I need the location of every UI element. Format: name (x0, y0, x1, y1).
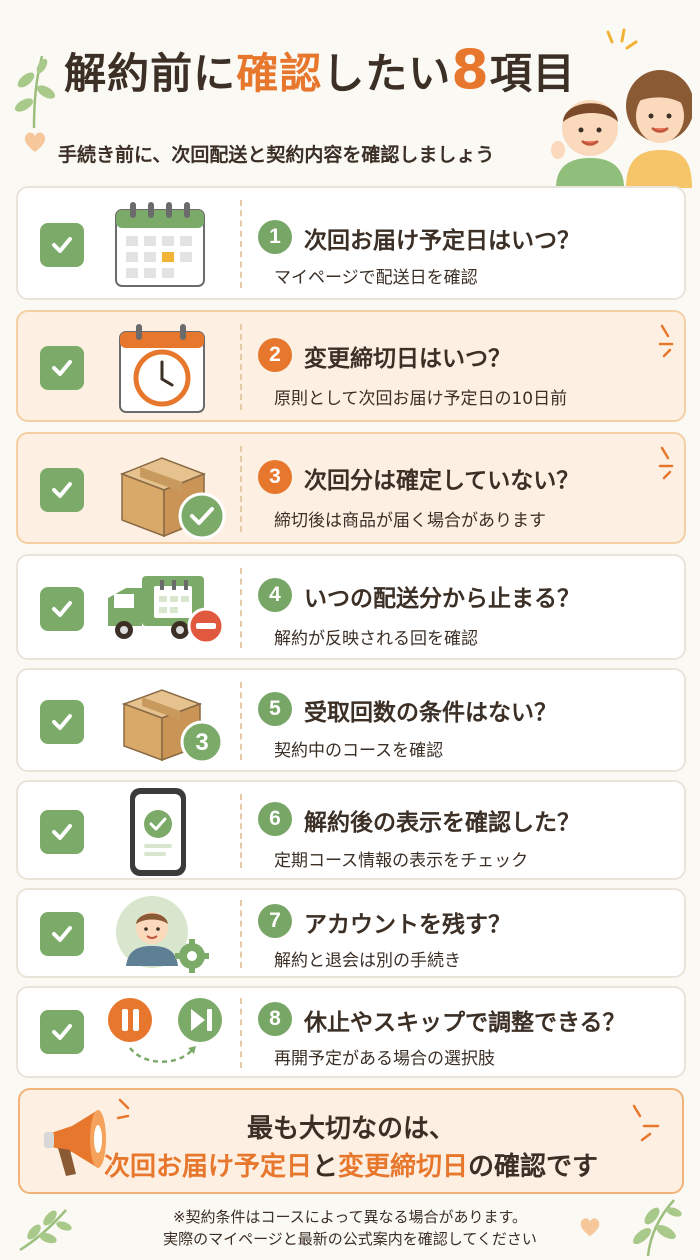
checkbox-checked[interactable] (40, 223, 84, 267)
sparkle-icon (658, 324, 674, 358)
checklist-item-4: 4 いつの配送分から止まる？ 解約が反映される回を確認 (16, 554, 686, 660)
item-title: 次回お届け予定日はいつ？ (304, 228, 580, 254)
leaf-decoration-icon (19, 1209, 72, 1252)
checklist-item-2: 2 変更締切日はいつ？ 原則として次回お届け予定日の10日前 (16, 310, 686, 422)
item-title: いつの配送分から止まる？ (304, 586, 580, 612)
phone-check-icon (130, 788, 186, 876)
checklist-item-5: 3 5 受取回数の条件はない？ 契約中のコースを確認 (16, 668, 686, 772)
item-title: 次回分は確定していない？ (304, 468, 580, 494)
item-description: 締切後は商品が届く場合があります (274, 511, 546, 531)
item-number-badge: 2 (258, 338, 292, 372)
item-number-badge: 8 (258, 1002, 292, 1036)
item-description: 解約が反映される回を確認 (274, 629, 478, 649)
clock-calendar-icon (119, 324, 205, 413)
checkbox-checked[interactable] (40, 468, 84, 512)
checkbox-checked[interactable] (40, 810, 84, 854)
item-description: マイページで配送日を確認 (274, 268, 478, 288)
item-description: 定期コース情報の表示をチェック (274, 851, 529, 871)
item-title: 休止やスキップで調整できる？ (304, 1010, 626, 1036)
item-number-badge: 4 (258, 578, 292, 612)
item-description: 契約中のコースを確認 (274, 741, 444, 761)
item-title: アカウントを残す？ (304, 912, 511, 938)
item-description: 原則として次回お届け予定日の10日前 (274, 389, 568, 409)
sparkle-icon (658, 446, 674, 480)
leaf-decoration-icon (632, 1199, 682, 1256)
item-number-badge: 1 (258, 220, 292, 254)
item-title: 受取回数の条件はない？ (304, 700, 557, 726)
item-number-badge: 3 (258, 460, 292, 494)
divider (240, 998, 242, 1068)
pause-skip-icon (108, 998, 222, 1063)
item-number-badge: 7 (258, 904, 292, 938)
checklist-item-6: 6 解約後の表示を確認した？ 定期コース情報の表示をチェック (16, 780, 686, 880)
banner-line-2: 次回お届け予定日と変更締切日の確認です (103, 1152, 599, 1182)
checkbox-checked[interactable] (40, 912, 84, 956)
item-title: 変更締切日はいつ？ (304, 346, 511, 372)
box-check-icon (119, 457, 226, 540)
checklist-item-8: 8 休止やスキップで調整できる？ 再開予定がある場合の選択肢 (16, 986, 686, 1078)
truck-stop-icon (108, 576, 225, 645)
divider (240, 446, 242, 532)
divider (240, 794, 242, 868)
calendar-icon (115, 202, 205, 287)
item-description: 解約と退会は別の手続き (274, 951, 461, 971)
page-title: 解約前に確認したい8項目 (64, 38, 576, 101)
mother-child-illustration-icon (551, 70, 692, 188)
box-count-icon: 3 (121, 689, 224, 764)
checklist-item-1: 1 次回お届け予定日はいつ？ マイページで配送日を確認 (16, 186, 686, 300)
item-number-badge: 6 (258, 802, 292, 836)
item-title: 解約後の表示を確認した？ (304, 810, 580, 836)
checklist-item-3: 3 次回分は確定していない？ 締切後は商品が届く場合があります (16, 432, 686, 544)
item-description: 再開予定がある場合の選択肢 (274, 1049, 495, 1069)
checkbox-checked[interactable] (40, 700, 84, 744)
divider (240, 682, 242, 760)
banner-line-1: 最も大切なのは、 (246, 1114, 455, 1144)
heart-icon (580, 1218, 600, 1237)
checkbox-checked[interactable] (40, 346, 84, 390)
divider (240, 324, 242, 410)
subtitle: 手続き前に、次回配送と契約内容を確認しましょう (58, 144, 495, 166)
sparkle-icon (632, 1104, 660, 1142)
checklist-item-7: 7 アカウントを残す？ 解約と退会は別の手続き (16, 888, 686, 978)
box-count-badge: 3 (195, 729, 208, 756)
divider (240, 568, 242, 648)
account-gear-icon (116, 896, 209, 973)
checkbox-checked[interactable] (40, 587, 84, 631)
checkbox-checked[interactable] (40, 1010, 84, 1054)
item-number-badge: 5 (258, 692, 292, 726)
heart-icon (24, 132, 46, 152)
divider (240, 900, 242, 968)
divider (240, 200, 242, 288)
summary-banner: 最も大切なのは、 次回お届け予定日と変更締切日の確認です (18, 1088, 684, 1194)
